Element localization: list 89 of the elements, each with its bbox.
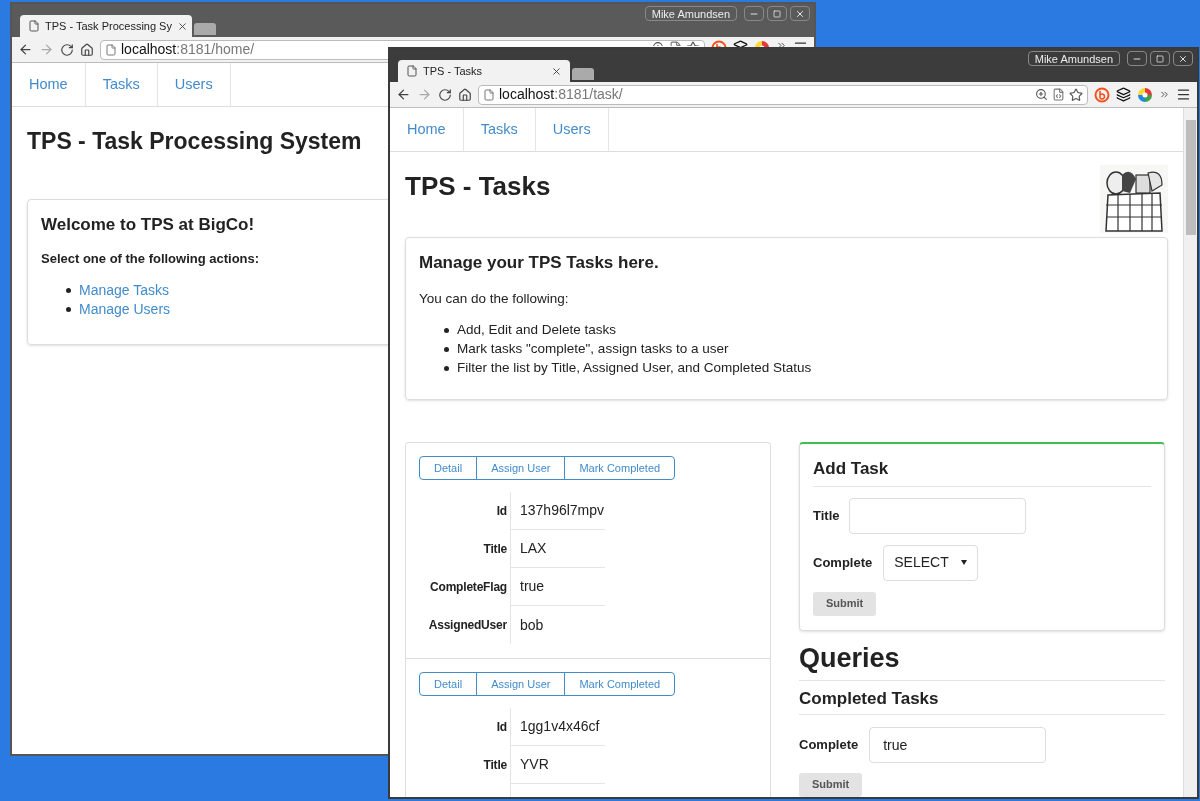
user-badge: Mike Amundsen [644,6,737,21]
field-label: Title [419,746,511,784]
field-value: bob [519,615,545,635]
complete-select[interactable]: SELECT [883,544,978,581]
close-button[interactable] [790,6,810,21]
dropdown-caret-icon [960,560,967,565]
action-button[interactable]: Detail [419,672,478,696]
action-button[interactable]: Assign User [476,672,566,696]
back-icon[interactable] [18,42,33,57]
page-icon [406,65,418,77]
action-button[interactable]: Detail [419,456,478,480]
circled-b-icon[interactable] [711,40,727,47]
card-title: Manage your TPS Tasks here. [419,252,660,274]
list-item: Filter the list by Title, Assigned User, and Completed Status [457,359,812,378]
nav-link[interactable]: Users [535,108,609,151]
action-button[interactable]: Mark Completed [564,456,676,480]
field-value: YVR [511,746,605,784]
field-label: Complete [799,735,859,754]
nav-link[interactable]: Tasks [85,63,158,106]
field-label: Title [813,506,839,525]
submit-button[interactable]: Submit [813,591,877,616]
page-heading: TPS - Tasks [405,170,551,203]
card-text: You can do the following: [419,289,570,308]
close-button[interactable] [1173,51,1193,66]
close-tab-icon[interactable] [176,20,188,32]
minimize-button[interactable] [744,6,764,21]
browser-tab[interactable]: TPS - Tasks [398,60,570,82]
user-badge: Mike Amundsen [1027,51,1120,66]
bullet-icon [66,306,71,312]
home-icon[interactable] [458,87,472,102]
nav-link[interactable]: Tasks [463,108,536,151]
action-link[interactable]: Manage Users [79,298,171,320]
maximize-icon [1156,54,1164,63]
layers-icon[interactable] [1116,87,1131,102]
subsection-heading: Completed Tasks [799,686,1165,715]
card-title: Welcome to TPS at BigCo! [41,213,256,236]
field-value: 1gg1v4x46cf [511,708,605,746]
page-icon [105,43,117,56]
field-label: Id [419,708,511,746]
menu-icon[interactable] [793,40,808,47]
field-label: CompleteFlag [419,568,511,606]
close-icon [795,8,805,19]
url-text: localhost:8181/task/ [499,85,623,104]
submit-button[interactable]: Submit [799,772,863,797]
list-item: Mark tasks "complete", assign tasks to a user [457,340,729,359]
bullet-icon [444,365,449,371]
url-text: localhost:8181/home/ [121,40,255,59]
page-heading: TPS - Task Processing System [27,127,362,156]
nav-link[interactable]: Users [157,63,231,106]
action-button[interactable]: Mark Completed [564,672,676,696]
nav-link[interactable]: Home [12,63,86,106]
address-bar[interactable]: localhost:8181/task/ [478,84,1088,105]
field-label: AssignedUser [419,606,511,644]
section-heading: Queries [799,637,1165,681]
bullet-icon [444,346,449,352]
scrollbar[interactable] [1183,108,1197,797]
card-prompt: Select one of the following actions: [41,250,260,268]
page-icon [28,20,40,32]
reload-icon[interactable] [438,87,452,102]
title-input[interactable] [849,497,1026,534]
tab-title: TPS - Tasks [423,63,484,79]
nav-link[interactable]: Home [390,108,464,151]
action-link[interactable]: Manage Tasks [79,279,169,301]
close-tab-icon[interactable] [551,65,562,77]
close-icon [1178,53,1188,64]
complete-input[interactable]: true [869,726,1047,763]
card-title: Add Task [813,456,1151,487]
tab-title: TPS - Task Processing Sy [45,18,172,34]
field-value: 137h96l7mpv [511,492,605,530]
bullet-icon [444,327,449,333]
maximize-icon [773,9,781,18]
field-label: Complete [813,553,873,572]
field-value: true [511,568,605,606]
back-icon[interactable] [396,87,411,102]
menu-icon[interactable] [1176,87,1191,102]
pinwheel-icon[interactable] [1137,86,1153,103]
field-label: Title [419,530,511,568]
browser-tab[interactable]: TPS - Task Processing Sy [20,15,192,37]
field-value: LAX [511,530,605,568]
circled-b-icon[interactable] [1094,86,1110,103]
list-item: Add, Edit and Delete tasks [457,321,617,340]
layers-icon[interactable] [733,40,748,47]
bullet-icon [66,287,71,293]
home-icon[interactable] [80,42,94,57]
minimize-button[interactable] [1127,51,1147,66]
action-button[interactable]: Assign User [476,456,566,480]
reload-icon[interactable] [60,42,74,57]
page-icon [483,88,495,101]
field-label: Id [419,492,511,530]
